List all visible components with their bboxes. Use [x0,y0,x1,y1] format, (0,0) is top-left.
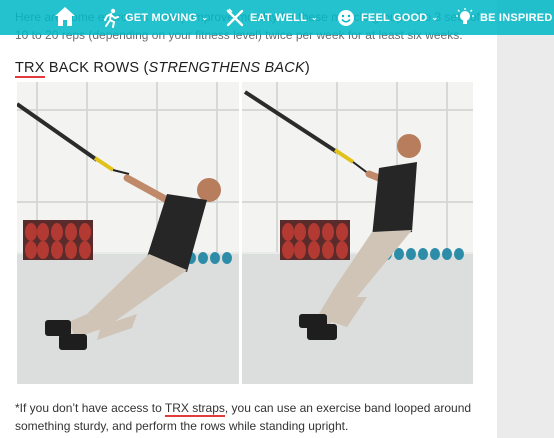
runner-icon [100,8,120,28]
nav-label: BE INSPIRED [480,11,553,24]
chevron-down-icon: ⌄ [431,13,439,22]
top-navigation-bar: GET MOVING ⌄ EAT WELL ⌄ FEEL GOOD ⌄ BE I… [0,0,554,35]
caption-text-before: *If you don’t have access to [15,401,165,415]
trx-link[interactable]: TRX [15,60,45,78]
right-sidebar [497,0,554,438]
nav-label: GET MOVING [125,11,198,24]
exercise-photo: fitbit [17,82,473,384]
chevron-down-icon: ⌄ [311,13,318,22]
heading-close: ) [304,60,310,76]
heading-title: BACK ROWS ( [44,60,149,76]
smiley-icon [336,8,356,28]
nav-label: EAT WELL [250,11,307,24]
home-icon[interactable] [54,5,76,29]
lightbulb-icon [455,7,475,28]
fork-knife-icon [225,7,245,28]
chevron-down-icon: ⌄ [201,13,209,22]
exercise-heading: TRX BACK ROWS (STRENGTHENS BACK) [15,60,310,78]
nav-label: FEEL GOOD [361,11,428,24]
nav-feel-good[interactable]: FEEL GOOD ⌄ [336,0,438,35]
nav-be-inspired[interactable]: BE INSPIRED [455,0,553,35]
heading-emphasis: STRENGTHENS BACK [148,60,305,76]
trx-straps-link[interactable]: TRX straps [164,401,225,417]
nav-eat-well[interactable]: EAT WELL ⌄ [225,0,318,35]
nav-get-moving[interactable]: GET MOVING ⌄ [100,0,208,35]
caption-paragraph: *If you don’t have access to TRX straps,… [15,399,485,435]
